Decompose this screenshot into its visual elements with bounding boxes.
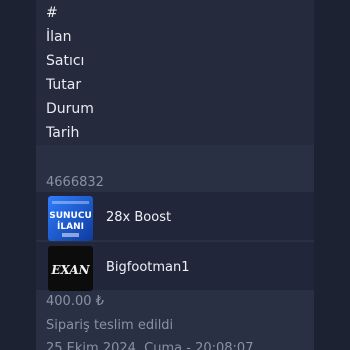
listing-thumbnail: SUNUCU İLANI [48,196,93,241]
order-list-page: # İlan Satıcı Tutar Durum Tarih 4666832 … [0,0,350,350]
order-id: 4666832 [46,175,104,190]
listing-thumb-text-top: SUNUCU [49,211,92,221]
header-status: Durum [46,101,94,117]
header-number: # [46,5,58,21]
listing-title: 28x Boost [106,210,172,225]
seller-avatar: EXAN [48,246,93,291]
order-status: Sipariş teslim edildi [46,318,174,333]
order-date: 25 Ekim 2024, Cuma - 20:08:07 [46,341,254,350]
header-seller: Satıcı [46,53,85,69]
listing-thumb-text-bottom: İLANI [57,221,84,232]
listing-link[interactable]: SUNUCU İLANI 28x Boost [36,192,314,241]
seller-name: Bigfootman1 [106,260,190,275]
header-amount: Tutar [46,77,82,93]
table-header-list: # İlan Satıcı Tutar Durum Tarih [36,0,314,145]
seller-link[interactable]: EXAN Bigfootman1 [36,242,314,291]
order-amount: 400.00 ₺ [46,294,104,309]
header-listing: İlan [46,29,72,45]
seller-avatar-text: EXAN [50,263,90,277]
header-date: Tarih [46,125,80,141]
